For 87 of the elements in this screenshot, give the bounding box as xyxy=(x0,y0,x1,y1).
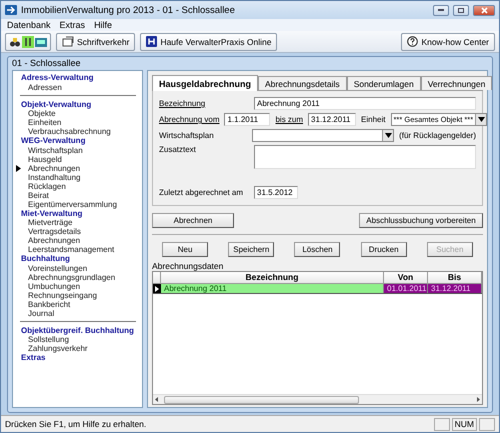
nav-item[interactable]: Adressen xyxy=(13,82,62,92)
maximize-button[interactable] xyxy=(453,4,469,16)
nav-item[interactable]: Zahlungsverkehr xyxy=(13,344,88,353)
nav-item[interactable]: Rücklagen xyxy=(13,182,66,190)
field-label: Wirtschaftsplan xyxy=(159,131,215,140)
record-button[interactable]: Löschen xyxy=(294,242,340,257)
maximize-icon xyxy=(458,8,464,12)
date-field[interactable]: 31.5.2012 xyxy=(254,186,298,199)
field-label: bis zum xyxy=(275,115,304,124)
name-field[interactable]: Abrechnung 2011 xyxy=(254,97,476,110)
help-icon xyxy=(407,36,418,47)
nav-item[interactable]: Wirtschaftsplan xyxy=(13,146,83,154)
status-text: Drücken Sie F1, um Hilfe zu erhalten. xyxy=(5,419,148,429)
close-icon xyxy=(480,6,488,14)
field-label: Zusatztext xyxy=(159,145,197,154)
table-cell: 31.12.2011 xyxy=(428,284,482,293)
h-logo-icon xyxy=(146,36,158,47)
text-area[interactable] xyxy=(254,145,476,169)
document-icon xyxy=(62,36,74,47)
column-header[interactable]: Von xyxy=(384,272,428,283)
nav-item[interactable]: Umbuchungen xyxy=(13,282,80,290)
nav-item[interactable]: Voreinstellungen xyxy=(13,264,88,272)
nav-item[interactable]: Abrechnungen xyxy=(13,236,80,245)
tab[interactable]: Sonderumlagen xyxy=(346,76,421,90)
nav-item[interactable]: Abrechnungsgrundlagen xyxy=(13,272,116,282)
section-heading[interactable]: WEG-Verwaltung xyxy=(21,136,86,146)
nav-item[interactable]: Leerstandsmanagement xyxy=(13,245,114,254)
nav-item[interactable]: Rechnungseingang xyxy=(13,290,97,300)
field-label: Einheit xyxy=(361,115,386,124)
minimize-icon xyxy=(438,9,444,11)
section-heading[interactable]: Buchhaltung xyxy=(21,254,70,264)
scroll-bar[interactable] xyxy=(153,394,482,404)
close-button[interactable] xyxy=(473,4,495,16)
settle-button[interactable]: Abrechnen xyxy=(152,213,234,228)
nav-item[interactable]: Sollstellung xyxy=(13,335,69,344)
caret-icon xyxy=(384,133,392,138)
tab[interactable]: Verrechnungen xyxy=(420,76,492,90)
nav-item[interactable]: Bankbericht xyxy=(13,300,70,308)
minimize-button[interactable] xyxy=(433,4,449,16)
column-header[interactable]: Bis xyxy=(428,272,482,283)
nav-item[interactable]: Objekte xyxy=(13,109,56,118)
menu-item[interactable]: Extras xyxy=(60,20,86,30)
date-field[interactable]: 1.1.2011 xyxy=(224,113,270,126)
grid-caption: Abrechnungsdaten xyxy=(152,261,224,271)
section-heading[interactable]: Objektübergreif. Buchhaltung xyxy=(21,326,134,335)
nav-item[interactable]: Mietverträge xyxy=(13,218,72,227)
date-field[interactable]: 31.12.2011 xyxy=(308,113,356,126)
section-heading[interactable]: Extras xyxy=(21,353,46,362)
record-button[interactable]: Drucken xyxy=(360,242,407,257)
nav-item[interactable]: Verbrauchsabrechnung xyxy=(13,127,111,136)
nav-item[interactable]: Instandhaltung xyxy=(13,172,80,182)
menu-item[interactable]: Datenbank xyxy=(7,20,51,30)
field-label: Abrechnung vom xyxy=(159,115,220,124)
row-pointer-icon xyxy=(155,286,159,292)
nav-item[interactable]: Beirat xyxy=(13,190,49,200)
toolbar-icons[interactable] xyxy=(5,32,51,50)
pointer-icon xyxy=(16,164,21,172)
prepare-booking-button[interactable]: Abschlussbuchung vorbereiten xyxy=(359,213,483,228)
nav-item[interactable]: Eigentümerversammlung xyxy=(13,200,117,208)
status-indicator: NUM xyxy=(452,418,477,430)
table-cell: 01.01.2011 xyxy=(384,284,428,293)
document-title: 01 - Schlossallee xyxy=(11,57,82,70)
online-button[interactable]: Haufe VerwalterPraxis Online xyxy=(140,32,278,50)
window-title: ImmobilienVerwaltung pro 2013 - 01 - Schlossallee xyxy=(21,4,236,16)
nav-item[interactable]: Hausgeld xyxy=(13,154,62,164)
section-heading[interactable]: Miet-Verwaltung xyxy=(21,208,82,218)
tab[interactable]: Hausgeldabrechnung xyxy=(152,75,258,91)
section-heading[interactable]: Objekt-Verwaltung xyxy=(21,100,92,109)
letters-button[interactable]: Schriftverkehr xyxy=(56,32,136,50)
field-note: (für Rücklagengelder) xyxy=(399,131,476,140)
help-button[interactable]: Know-how Center xyxy=(401,32,495,50)
nav-item[interactable]: Journal xyxy=(13,308,54,318)
app-icon xyxy=(5,5,17,15)
record-button[interactable]: Neu xyxy=(162,242,208,257)
column-header[interactable]: Bezeichnung xyxy=(161,272,384,283)
nav-item[interactable]: Vertragsdetails xyxy=(13,227,81,236)
table-cell: Abrechnung 2011 xyxy=(161,284,384,293)
field-label: Bezeichnung xyxy=(159,99,206,108)
field-label: Zuletzt abgerechnet am xyxy=(159,188,244,197)
nav-item[interactable]: Abrechnungen xyxy=(13,164,80,172)
plan-dropdown[interactable] xyxy=(252,129,394,142)
caret-icon xyxy=(478,117,485,122)
tab[interactable]: Abrechnungsdetails xyxy=(258,76,347,90)
menu-item[interactable]: Hilfe xyxy=(94,20,112,30)
record-button[interactable]: Speichern xyxy=(228,242,274,257)
section-heading[interactable]: Adress-Verwaltung xyxy=(21,73,94,82)
nav-item[interactable]: Einheiten xyxy=(13,118,62,127)
